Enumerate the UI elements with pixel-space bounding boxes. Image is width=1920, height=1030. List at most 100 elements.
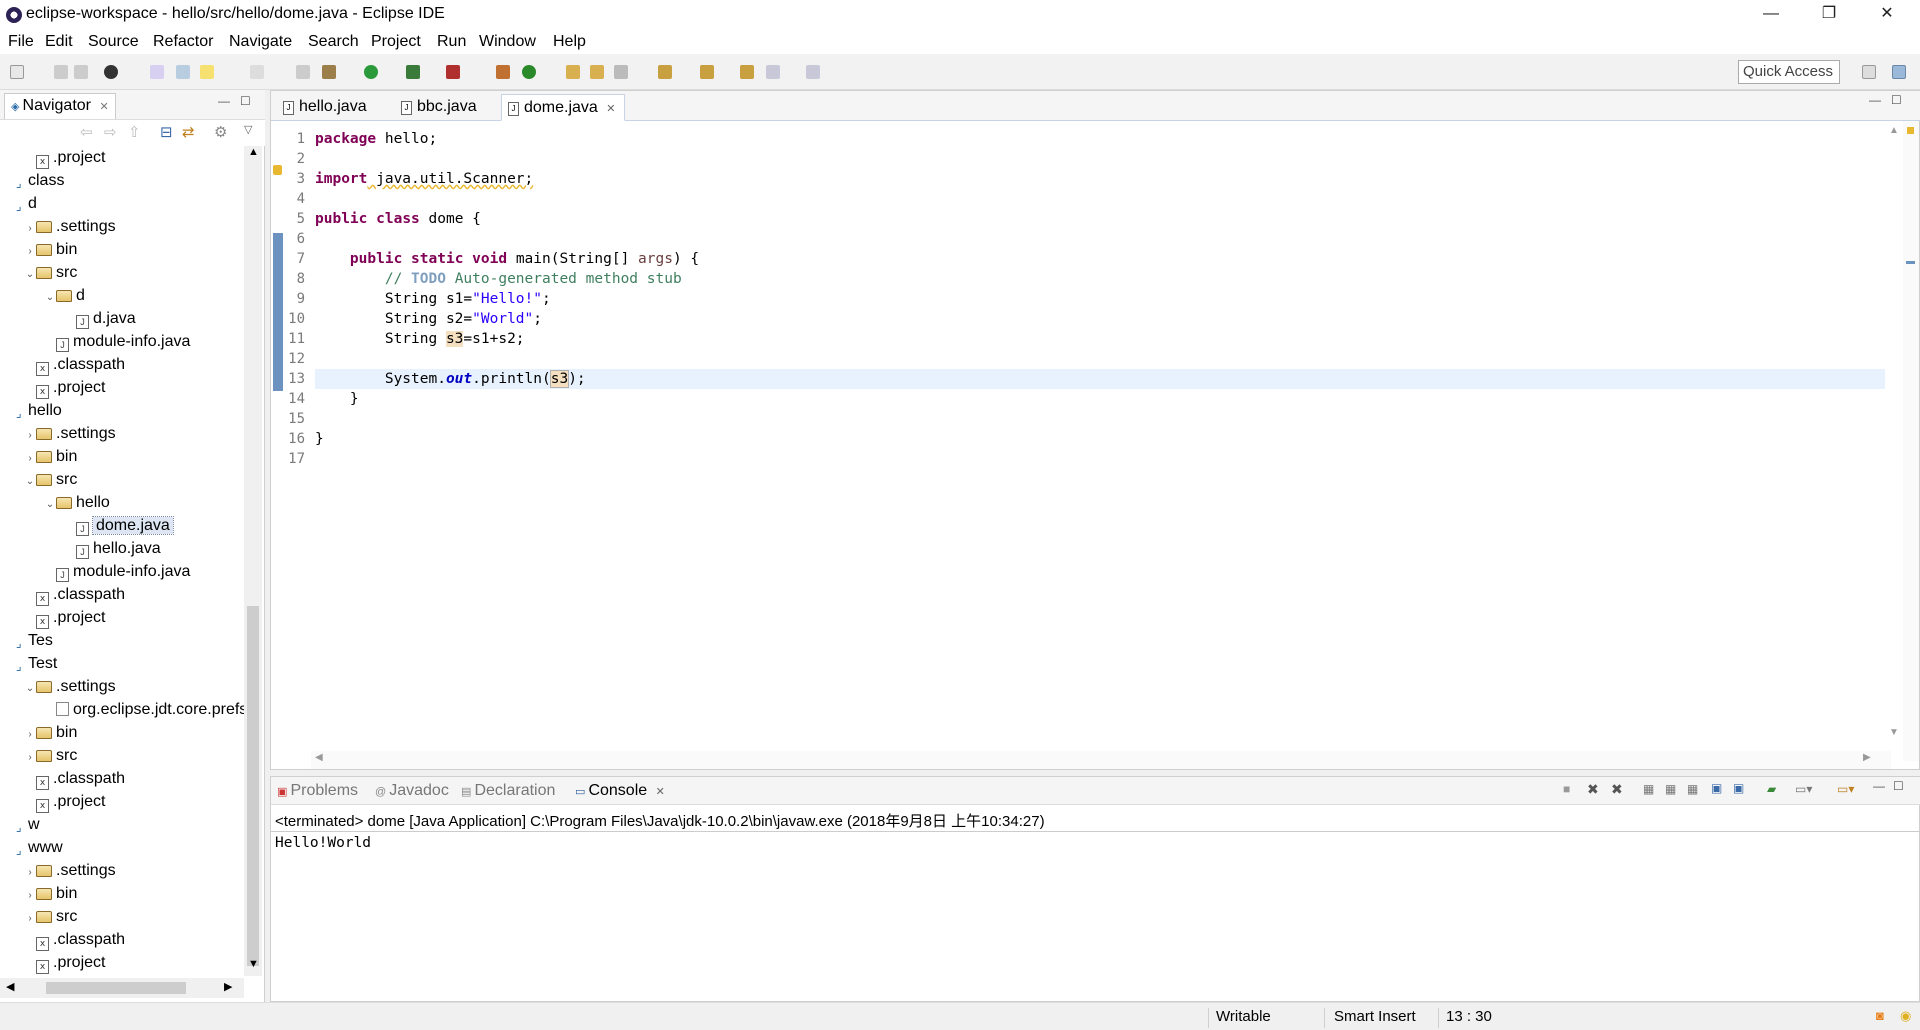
scroll-up-icon[interactable]: ▲ <box>1889 125 1899 136</box>
close-icon[interactable]: ✕ <box>99 101 108 113</box>
word-wrap-icon[interactable]: ▦ <box>1687 782 1698 796</box>
tree-item[interactable]: x .project <box>24 376 105 399</box>
tree-item[interactable]: ⌟ d <box>4 192 37 215</box>
save-all-icon[interactable] <box>74 65 88 79</box>
navigator-horizontal-scrollbar[interactable]: ◀ ▶ <box>0 978 244 998</box>
menu-project[interactable]: Project <box>371 33 421 51</box>
terminate-icon[interactable]: ■ <box>1563 782 1570 796</box>
show-on-output-icon[interactable]: ▣ <box>1711 781 1722 795</box>
block-selection-icon[interactable] <box>250 65 264 79</box>
editor-vertical-scrollbar[interactable]: ▲ ▼ <box>1885 121 1903 761</box>
tree-item[interactable]: x .project <box>24 951 105 974</box>
tab-hello-java[interactable]: J hello.java <box>277 94 375 121</box>
tree-item[interactable]: x .project <box>24 606 105 629</box>
tab-javadoc[interactable]: @ Javadoc <box>375 782 449 800</box>
scroll-right-icon[interactable]: ▶ <box>224 980 232 993</box>
remove-launch-icon[interactable]: ✖ <box>1587 781 1599 798</box>
open-type-icon[interactable] <box>176 65 190 79</box>
tree-item[interactable]: Jmodule-info.java <box>44 330 190 353</box>
prev-annotation-icon[interactable] <box>700 65 714 79</box>
profile-icon[interactable] <box>104 65 118 79</box>
tree-item[interactable]: x .project <box>24 146 105 169</box>
scroll-down-icon[interactable]: ▼ <box>248 958 259 970</box>
search-icon[interactable] <box>614 65 628 79</box>
tip-icon[interactable]: ◉ <box>1900 1008 1911 1024</box>
tree-item[interactable]: ⌟ www <box>4 836 63 859</box>
open-folder-icon[interactable] <box>566 65 580 79</box>
new-class-icon[interactable] <box>522 65 536 79</box>
tree-item[interactable]: ⌟ class <box>4 169 64 192</box>
tree-item[interactable]: x .classpath <box>24 583 125 606</box>
scroll-thumb[interactable] <box>247 606 259 966</box>
tab-navigator[interactable]: ◈ Navigator ✕ <box>4 93 116 119</box>
menu-edit[interactable]: Edit <box>45 33 73 51</box>
warning-marker[interactable] <box>1907 127 1914 134</box>
back-icon[interactable] <box>766 65 780 79</box>
scroll-right-icon[interactable]: ▶ <box>1863 752 1871 763</box>
scroll-down-icon[interactable]: ▼ <box>1889 727 1899 738</box>
menu-window[interactable]: Window <box>479 33 536 51</box>
run-icon[interactable] <box>364 65 378 79</box>
editor-horizontal-scrollbar[interactable]: ◀ ▶ <box>311 751 1891 769</box>
tree-item[interactable]: ⌄ hello <box>44 491 110 514</box>
coverage-icon[interactable] <box>406 65 420 79</box>
scroll-lock-icon[interactable]: ▦ <box>1665 782 1676 796</box>
pilcrow-icon[interactable] <box>296 65 310 79</box>
open-task-icon[interactable] <box>590 65 604 79</box>
tree-item[interactable]: Jhello.java <box>64 537 161 560</box>
close-icon[interactable]: ✕ <box>656 786 665 798</box>
open-console-icon[interactable]: ▭▾ <box>1837 782 1854 796</box>
close-button[interactable]: ✕ <box>1864 0 1910 30</box>
menu-help[interactable]: Help <box>553 33 586 51</box>
external-tools-icon[interactable] <box>446 65 460 79</box>
close-icon[interactable]: ✕ <box>606 103 615 115</box>
menu-file[interactable]: File <box>8 33 34 51</box>
quick-access-input[interactable]: Quick Access <box>1738 60 1840 84</box>
scroll-left-icon[interactable]: ◀ <box>315 752 323 763</box>
menu-run[interactable]: Run <box>437 33 466 51</box>
occurrence-marker[interactable] <box>1906 261 1915 264</box>
maximize-view-icon[interactable]: ☐ <box>1893 779 1904 793</box>
navigator-vertical-scrollbar[interactable]: ▲ ▼ <box>244 146 262 976</box>
console-output[interactable]: Hello!World <box>275 835 371 851</box>
expand-arrow-icon[interactable]: › <box>24 424 36 447</box>
tree-item[interactable]: Jd.java <box>64 307 136 330</box>
expand-arrow-icon[interactable]: › <box>24 884 36 907</box>
tab-dome-java[interactable]: J dome.java ✕ <box>501 94 625 121</box>
tree-item[interactable]: ⌄ d <box>44 284 85 307</box>
expand-arrow-icon[interactable]: › <box>24 746 36 769</box>
remove-all-icon[interactable]: ✖ <box>1611 781 1623 798</box>
minimize-editor-icon[interactable]: — <box>1869 93 1881 107</box>
menu-source[interactable]: Source <box>88 33 139 51</box>
tree-item[interactable]: org.eclipse.jdt.core.prefs <box>44 698 244 721</box>
code-editor[interactable]: package hello; import java.util.Scanner;… <box>315 121 1885 761</box>
maximize-editor-icon[interactable]: ☐ <box>1891 93 1902 107</box>
display-console-icon[interactable]: ▭▾ <box>1795 782 1812 796</box>
expand-arrow-icon[interactable]: › <box>24 723 36 746</box>
menu-search[interactable]: Search <box>308 33 359 51</box>
expand-arrow-icon[interactable]: ⌄ <box>44 493 56 516</box>
expand-arrow-icon[interactable]: › <box>24 217 36 240</box>
menu-navigate[interactable]: Navigate <box>229 33 292 51</box>
tree-item[interactable]: › bin <box>24 238 77 261</box>
restore-button[interactable]: ❐ <box>1806 0 1852 30</box>
expand-arrow-icon[interactable]: ⌄ <box>24 677 36 700</box>
tree-item[interactable]: › .settings <box>24 422 115 447</box>
minimize-view-icon[interactable]: — <box>1873 779 1885 793</box>
tree-item[interactable]: x .classpath <box>24 767 125 790</box>
tree-item[interactable]: ⌟ Tes <box>4 629 53 652</box>
save-icon[interactable] <box>54 65 68 79</box>
forward-icon[interactable] <box>806 65 820 79</box>
tree-item[interactable]: › .settings <box>24 215 115 240</box>
expand-arrow-icon[interactable]: › <box>24 907 36 930</box>
tree-item[interactable]: › bin <box>24 882 77 905</box>
up-icon[interactable]: ⇧ <box>128 123 141 141</box>
scroll-left-icon[interactable]: ◀ <box>6 980 14 993</box>
maximize-view-icon[interactable]: ☐ <box>240 94 251 108</box>
tab-problems[interactable]: ▣ Problems <box>277 782 358 800</box>
tree-item[interactable]: › .settings <box>24 859 115 882</box>
tree-item[interactable]: x .classpath <box>24 353 125 376</box>
minimize-button[interactable]: — <box>1748 0 1794 30</box>
tree-item[interactable]: Jmodule-info.java <box>44 560 190 583</box>
new-java-project-icon[interactable] <box>496 65 510 79</box>
